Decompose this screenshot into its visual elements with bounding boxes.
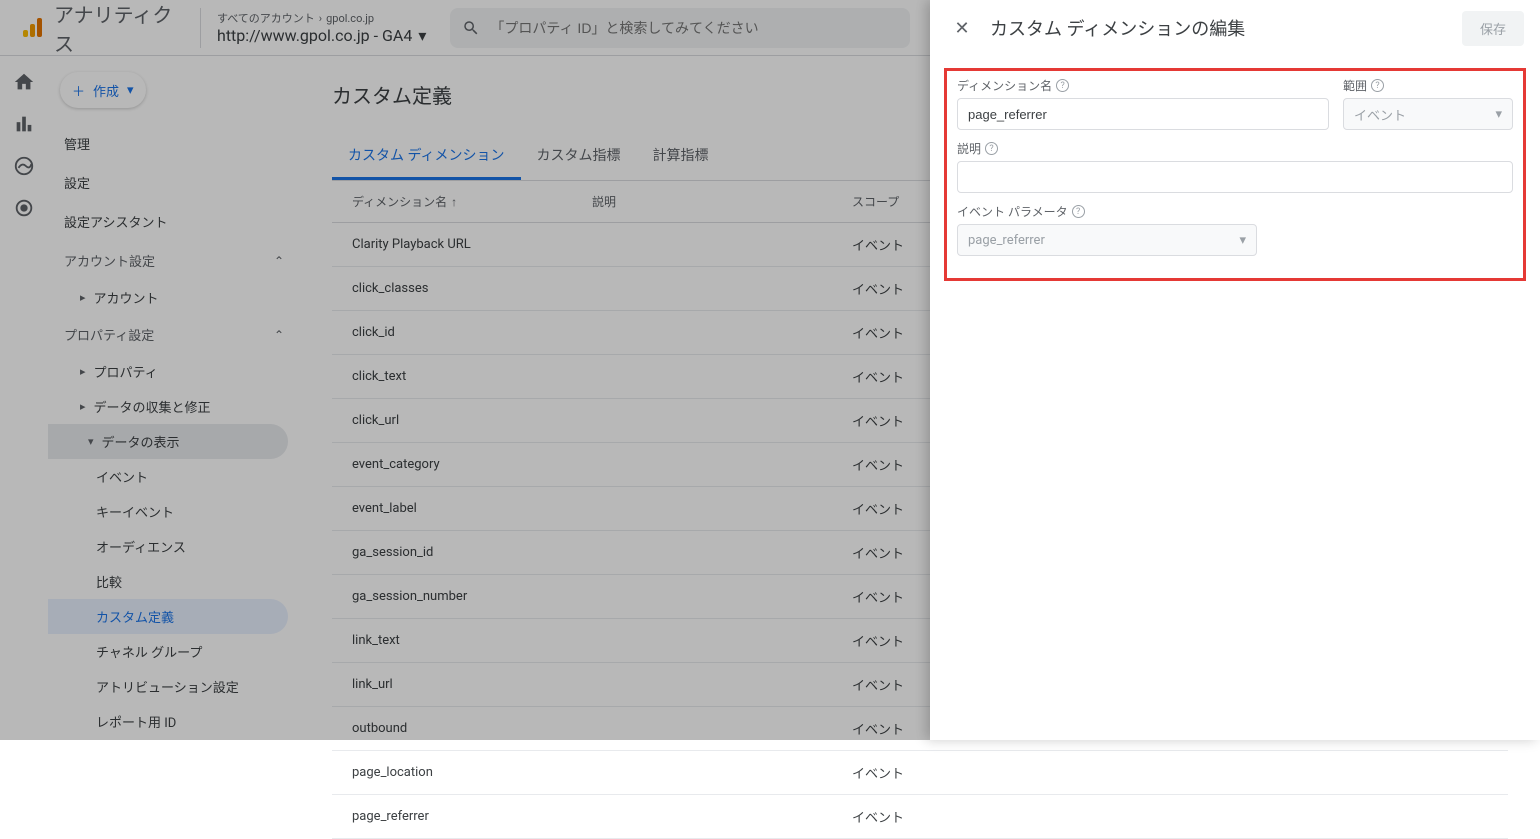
- label-scope: 範囲?: [1343, 77, 1513, 94]
- label-description: 説明?: [957, 140, 1513, 157]
- cell-desc: [592, 763, 852, 782]
- caret-down-icon: ▾: [1495, 107, 1502, 122]
- cell-scope: イベント: [852, 763, 952, 782]
- select-scope-value: イベント: [1354, 105, 1406, 124]
- label-event-parameter: イベント パラメータ?: [957, 203, 1257, 220]
- cell-desc: [592, 807, 852, 826]
- select-parameter-value: page_referrer: [968, 233, 1045, 248]
- help-icon[interactable]: ?: [1072, 205, 1085, 218]
- input-description[interactable]: [957, 161, 1513, 193]
- save-button[interactable]: 保存: [1462, 11, 1524, 46]
- select-scope[interactable]: イベント ▾: [1343, 98, 1513, 130]
- drawer-title: カスタム ディメンションの編集: [990, 15, 1462, 41]
- label-dimension-name: ディメンション名?: [957, 77, 1329, 94]
- caret-down-icon: ▾: [1239, 233, 1246, 248]
- edit-drawer: ✕ カスタム ディメンションの編集 保存 ディメンション名? 範囲? イベント ▾…: [930, 0, 1540, 740]
- help-icon[interactable]: ?: [1056, 79, 1069, 92]
- drawer-header: ✕ カスタム ディメンションの編集 保存: [930, 0, 1540, 56]
- cell-name: page_referrer: [352, 807, 592, 826]
- drawer-body: ディメンション名? 範囲? イベント ▾ 説明? イベント パラメータ? page…: [930, 56, 1540, 293]
- table-row[interactable]: page_location イベント: [332, 751, 1508, 795]
- cell-scope: イベント: [852, 807, 952, 826]
- help-icon[interactable]: ?: [1371, 79, 1384, 92]
- close-button[interactable]: ✕: [946, 12, 978, 44]
- close-icon: ✕: [954, 18, 969, 39]
- highlight-box: ディメンション名? 範囲? イベント ▾ 説明? イベント パラメータ? page…: [944, 68, 1526, 281]
- table-row[interactable]: page_referrer イベント: [332, 795, 1508, 839]
- cell-name: page_location: [352, 763, 592, 782]
- select-event-parameter[interactable]: page_referrer ▾: [957, 224, 1257, 256]
- input-dimension-name[interactable]: [957, 98, 1329, 130]
- help-icon[interactable]: ?: [985, 142, 998, 155]
